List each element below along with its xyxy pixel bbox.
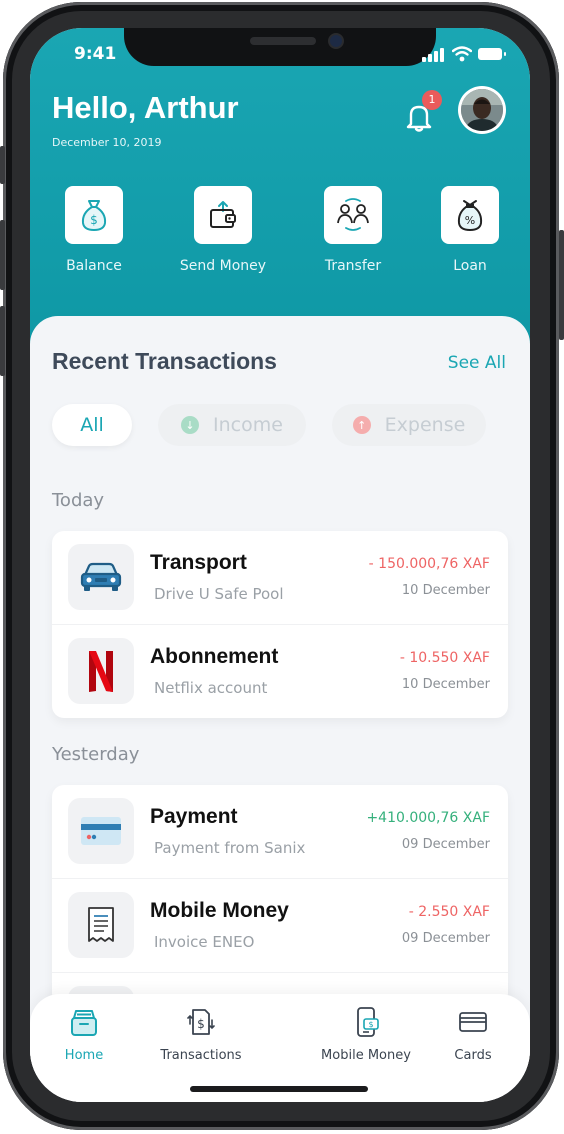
filter-label: Income <box>213 414 283 436</box>
transaction-row[interactable]: Transport Drive U Safe Pool - 150.000,76… <box>52 531 508 625</box>
svg-text:$: $ <box>197 1017 205 1031</box>
greeting-title: Hello, Arthur <box>52 90 239 125</box>
action-label: Transfer <box>324 258 382 274</box>
notch <box>124 28 436 66</box>
cards-icon <box>459 1012 487 1032</box>
action-label: Balance <box>66 258 122 274</box>
transaction-amount: +410.000,76 XAF <box>366 810 490 826</box>
avatar-photo <box>461 89 503 131</box>
transaction-subtitle: Payment from Sanix <box>154 839 306 857</box>
speaker-grille <box>250 37 316 45</box>
filter-label: Expense <box>384 414 466 436</box>
transaction-subtitle: Invoice ENEO <box>154 933 255 951</box>
filter-income[interactable]: ↓ Income <box>158 404 306 446</box>
transaction-amount: - 10.550 XAF <box>399 650 490 666</box>
tab-home[interactable]: Home <box>60 1006 108 1063</box>
group-label-yesterday: Yesterday <box>52 744 140 765</box>
transaction-row[interactable]: Mobile Money Invoice ENEO - 2.550 XAF 09… <box>52 879 508 973</box>
transaction-icon-box <box>68 544 134 610</box>
tab-label: Home <box>64 1048 104 1063</box>
volume-up-button <box>0 220 5 290</box>
silent-switch <box>0 146 5 184</box>
power-button <box>559 230 564 340</box>
transaction-icon-box <box>68 798 134 864</box>
income-arrow-icon: ↓ <box>181 416 200 434</box>
transaction-title: Transport <box>150 551 247 574</box>
transaction-date: 10 December <box>401 677 490 692</box>
transfer-users-icon <box>337 198 369 231</box>
avatar[interactable] <box>458 86 506 134</box>
home-icon <box>71 1010 97 1036</box>
home-indicator[interactable] <box>190 1086 368 1092</box>
battery-icon <box>478 48 506 60</box>
action-balance[interactable]: $ Balance <box>44 186 144 274</box>
current-date: December 10, 2019 <box>52 136 162 149</box>
netflix-icon <box>89 651 113 692</box>
svg-text:$: $ <box>90 213 98 227</box>
transactions-icon: $ <box>187 1009 215 1035</box>
tab-mobile-money[interactable]: $ Mobile Money <box>318 1006 414 1063</box>
tab-cards[interactable]: Cards <box>448 1006 498 1063</box>
section-title: Recent Transactions <box>52 348 277 374</box>
svg-text:$: $ <box>368 1020 373 1029</box>
transaction-date: 09 December <box>401 931 490 946</box>
transaction-icon-box <box>68 892 134 958</box>
receipt-icon <box>88 907 114 942</box>
transaction-amount: - 2.550 XAF <box>408 904 490 920</box>
tab-label: Mobile Money <box>321 1048 411 1063</box>
action-tile: $ <box>65 186 123 244</box>
action-tile <box>324 186 382 244</box>
action-send-money[interactable]: Send Money <box>173 186 273 274</box>
loan-bag-icon: % <box>457 200 483 232</box>
volume-down-button <box>0 306 5 376</box>
action-transfer[interactable]: Transfer <box>303 186 403 274</box>
transaction-amount: - 150.000,76 XAF <box>368 556 490 572</box>
transactions-card-yesterday: Payment Payment from Sanix +410.000,76 X… <box>52 785 508 1005</box>
transaction-icon-box <box>68 638 134 704</box>
status-icons <box>422 46 506 62</box>
action-label: Loan <box>453 258 487 274</box>
action-label: Send Money <box>179 258 267 274</box>
car-icon <box>80 562 122 591</box>
filter-label: All <box>80 414 104 436</box>
tab-label: Cards <box>454 1048 492 1063</box>
transaction-row[interactable]: Payment Payment from Sanix +410.000,76 X… <box>52 785 508 879</box>
wallet-send-icon <box>210 201 236 228</box>
group-label-today: Today <box>52 490 105 511</box>
mobile-money-icon: $ <box>357 1007 379 1037</box>
svg-text:%: % <box>465 214 475 227</box>
expense-arrow-icon: ↑ <box>352 416 371 434</box>
tab-label: Transactions <box>160 1048 242 1063</box>
transaction-row[interactable]: Abonnement Netflix account - 10.550 XAF … <box>52 625 508 718</box>
action-loan[interactable]: % Loan <box>420 186 520 274</box>
wifi-icon <box>452 46 472 62</box>
transaction-subtitle: Drive U Safe Pool <box>154 585 284 603</box>
transaction-subtitle: Netflix account <box>154 679 268 697</box>
app-screen: 9:41 Hello, Arthur December 10, 2019 1 $… <box>30 28 530 1102</box>
transaction-date: 10 December <box>401 583 490 598</box>
see-all-link[interactable]: See All <box>448 353 506 373</box>
action-tile: % <box>441 186 499 244</box>
tab-transactions[interactable]: $ Transactions <box>154 1006 248 1063</box>
filter-all[interactable]: All <box>52 404 132 446</box>
credit-card-icon <box>81 817 121 845</box>
action-tile <box>194 186 252 244</box>
transaction-title: Payment <box>150 805 238 828</box>
transactions-card-today: Transport Drive U Safe Pool - 150.000,76… <box>52 531 508 718</box>
notification-badge: 1 <box>422 90 442 110</box>
transaction-date: 09 December <box>401 837 490 852</box>
transaction-title: Abonnement <box>150 645 279 668</box>
filter-expense[interactable]: ↑ Expense <box>332 404 486 446</box>
transaction-title: Mobile Money <box>150 899 289 922</box>
status-time: 9:41 <box>74 44 117 64</box>
front-camera <box>330 35 342 47</box>
money-bag-icon: $ <box>81 200 107 232</box>
